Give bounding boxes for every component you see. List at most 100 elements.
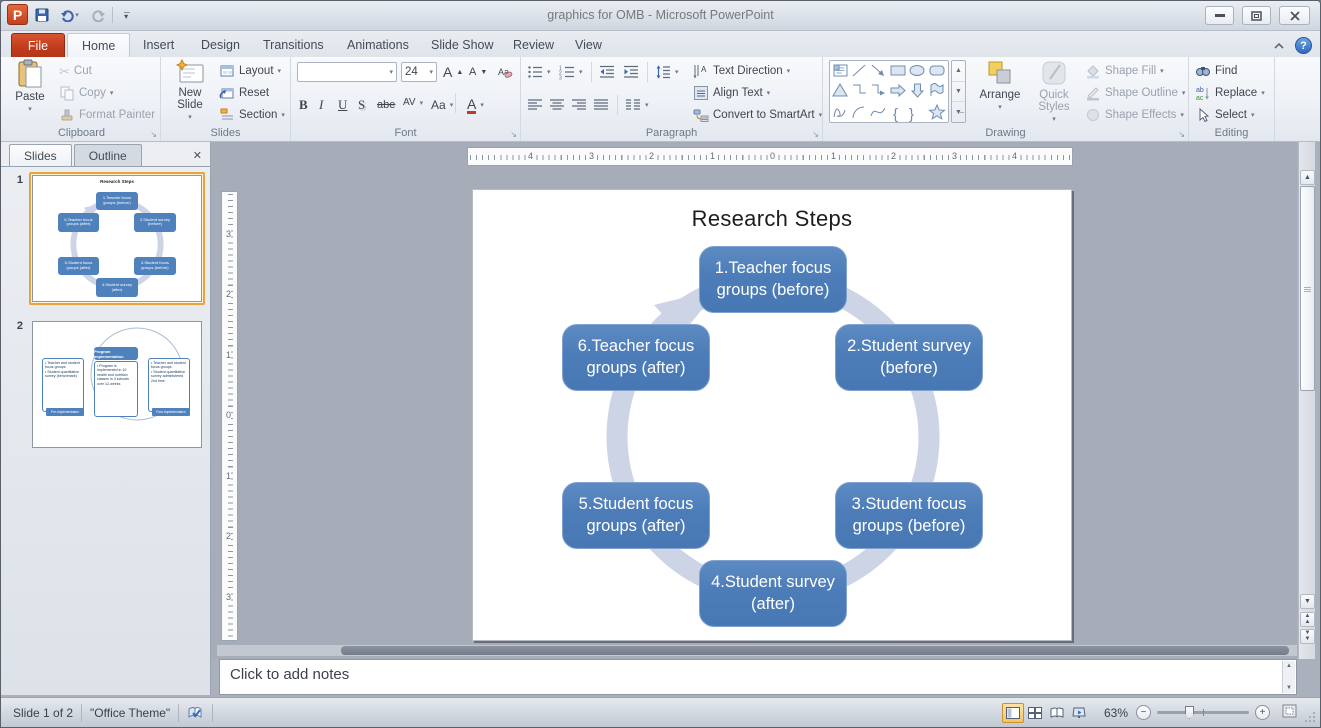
minimize-button[interactable] xyxy=(1205,6,1234,25)
paragraph-dialog-launcher-icon[interactable]: ↘ xyxy=(812,130,819,139)
horizontal-scrollbar-thumb[interactable] xyxy=(341,646,1289,655)
slide-sorter-view-button[interactable] xyxy=(1024,703,1046,723)
text-direction-button[interactable]: A Text Direction ▾ xyxy=(693,61,790,81)
bullets-button[interactable]: ▾ xyxy=(527,62,551,82)
restore-button[interactable] xyxy=(1242,6,1271,25)
bold-button[interactable]: B xyxy=(299,95,308,115)
tab-home[interactable]: Home xyxy=(67,33,131,57)
collapse-ribbon-icon[interactable] xyxy=(1273,42,1285,50)
format-painter-button[interactable]: Format Painter xyxy=(59,105,155,125)
strikethrough-button[interactable]: abe xyxy=(377,95,395,115)
zoom-in-button[interactable]: + xyxy=(1255,705,1270,720)
tab-review[interactable]: Review xyxy=(499,33,568,57)
layout-button[interactable]: Layout ▾ xyxy=(219,61,281,81)
replace-button[interactable]: ab ac Replace ▾ xyxy=(1195,83,1265,103)
close-button[interactable] xyxy=(1279,6,1310,25)
text-shadow-button[interactable]: S xyxy=(358,95,365,115)
shape-outline-button[interactable]: Shape Outline ▾ xyxy=(1085,83,1185,103)
font-color-button[interactable]: A ▾ xyxy=(467,95,484,115)
arrange-button[interactable]: Arrange ▾ xyxy=(973,59,1027,127)
shape-gallery[interactable]: { } xyxy=(829,60,949,123)
vertical-scrollbar-thumb[interactable] xyxy=(1300,186,1315,391)
clear-formatting-button[interactable]: Aa xyxy=(497,62,513,82)
increase-indent-button[interactable] xyxy=(623,62,639,82)
paste-button[interactable]: Paste ▾ xyxy=(7,59,53,127)
section-button[interactable]: Section ▾ xyxy=(219,105,285,125)
notes-pane[interactable]: Click to add notes ▲ ▼ xyxy=(219,659,1297,695)
cut-button[interactable]: ✂ Cut xyxy=(59,61,92,81)
shape-gallery-more-icon[interactable]: ▼̶ xyxy=(952,102,965,122)
next-slide-button[interactable]: ▼ ▼ xyxy=(1300,629,1315,644)
slide-thumbnail-2[interactable]: 2 • Teacher and student focus groups • S… xyxy=(5,318,205,448)
zoom-slider-thumb[interactable] xyxy=(1185,706,1194,719)
align-left-button[interactable] xyxy=(527,95,543,115)
cycle-box-5[interactable]: 5.Student focus groups (after) xyxy=(562,482,710,549)
numbering-button[interactable]: 1 2 3 ▾ xyxy=(559,62,583,82)
align-text-button[interactable]: Align Text ▾ xyxy=(693,83,770,103)
normal-view-button[interactable] xyxy=(1001,702,1024,723)
decrease-indent-button[interactable] xyxy=(599,62,615,82)
change-case-button[interactable]: Aa ▾ xyxy=(431,95,453,115)
slide-show-button[interactable] xyxy=(1068,703,1090,723)
increase-font-size-button[interactable]: A ▲ xyxy=(443,62,463,82)
reset-button[interactable]: Reset xyxy=(219,83,269,103)
left-brace-icon: { xyxy=(893,106,898,123)
slide-canvas[interactable]: Research Steps 1.Teacher focus groups (b… xyxy=(472,189,1072,641)
tab-insert[interactable]: Insert xyxy=(129,33,188,57)
shape-gallery-up-icon[interactable]: ▲ xyxy=(952,61,965,82)
previous-slide-button[interactable]: ▲ ▲ xyxy=(1300,612,1315,627)
font-name-combobox[interactable]: ▾ xyxy=(297,62,397,82)
cycle-box-1[interactable]: 1.Teacher focus groups (before) xyxy=(699,246,847,313)
shape-gallery-down-icon[interactable]: ▼ xyxy=(952,82,965,103)
drawing-dialog-launcher-icon[interactable]: ↘ xyxy=(1178,130,1185,139)
new-slide-button[interactable]: New Slide ▾ xyxy=(165,59,215,127)
scroll-up-icon[interactable]: ▲ xyxy=(1300,170,1315,185)
align-center-button[interactable] xyxy=(549,95,565,115)
cycle-box-4[interactable]: 4.Student survey (after) xyxy=(699,560,847,627)
font-size-combobox[interactable]: 24 ▾ xyxy=(401,62,437,82)
shape-effects-button[interactable]: Shape Effects ▾ xyxy=(1085,105,1184,125)
italic-button[interactable]: I xyxy=(319,95,323,115)
copy-button[interactable]: Copy ▾ xyxy=(59,83,113,103)
theme-indicator[interactable]: "Office Theme" xyxy=(90,706,170,720)
cycle-box-3[interactable]: 3.Student focus groups (before) xyxy=(835,482,983,549)
justify-button[interactable] xyxy=(593,95,609,115)
cycle-box-2[interactable]: 2.Student survey (before) xyxy=(835,324,983,391)
tab-transitions[interactable]: Transitions xyxy=(249,33,338,57)
zoom-level[interactable]: 63% xyxy=(1104,706,1128,720)
zoom-slider[interactable] xyxy=(1157,706,1249,719)
font-dialog-launcher-icon[interactable]: ↘ xyxy=(510,130,517,139)
shape-fill-button[interactable]: Shape Fill ▾ xyxy=(1085,61,1164,81)
tab-slide-show[interactable]: Slide Show xyxy=(417,33,508,57)
tab-view[interactable]: View xyxy=(561,33,616,57)
underline-button[interactable]: U xyxy=(338,95,347,115)
tab-slides[interactable]: Slides xyxy=(9,144,72,166)
fit-slide-to-window-button[interactable] xyxy=(1282,704,1297,721)
slide-thumbnail-1[interactable]: 1 Research Steps 1.Teacher focus groups … xyxy=(5,172,205,305)
resize-grip-icon[interactable] xyxy=(1303,710,1316,723)
select-button[interactable]: Select ▾ xyxy=(1195,105,1254,125)
clipboard-dialog-launcher-icon[interactable]: ↘ xyxy=(150,130,157,139)
spellcheck-icon[interactable] xyxy=(187,705,204,721)
tab-outline[interactable]: Outline xyxy=(73,144,142,166)
decrease-font-size-button[interactable]: A ▼ xyxy=(469,62,487,82)
columns-button[interactable]: ▾ xyxy=(625,95,649,115)
quick-styles-button[interactable]: Quick Styles ▾ xyxy=(1029,59,1079,127)
scroll-down-icon[interactable]: ▼ xyxy=(1300,594,1315,609)
cycle-box-6[interactable]: 6.Teacher focus groups (after) xyxy=(562,324,710,391)
elbow-arrow-connector-icon xyxy=(872,84,885,96)
tab-file[interactable]: File xyxy=(11,33,65,57)
zoom-out-button[interactable]: − xyxy=(1136,705,1151,720)
find-button[interactable]: Find xyxy=(1195,61,1237,81)
tab-animations[interactable]: Animations xyxy=(333,33,423,57)
reading-view-button[interactable] xyxy=(1046,703,1068,723)
notes-scroll-down-icon[interactable]: ▼ xyxy=(1286,685,1292,691)
convert-to-smartart-button[interactable]: Convert to SmartArt ▾ xyxy=(693,105,822,125)
line-spacing-button[interactable]: ▾ xyxy=(655,62,679,82)
tab-design[interactable]: Design xyxy=(187,33,254,57)
character-spacing-button[interactable]: AV ▾ xyxy=(403,93,423,113)
panel-close-icon[interactable]: ✕ xyxy=(193,149,202,162)
notes-scroll-up-icon[interactable]: ▲ xyxy=(1286,663,1292,669)
align-right-button[interactable] xyxy=(571,95,587,115)
help-button[interactable]: ? xyxy=(1295,37,1312,54)
